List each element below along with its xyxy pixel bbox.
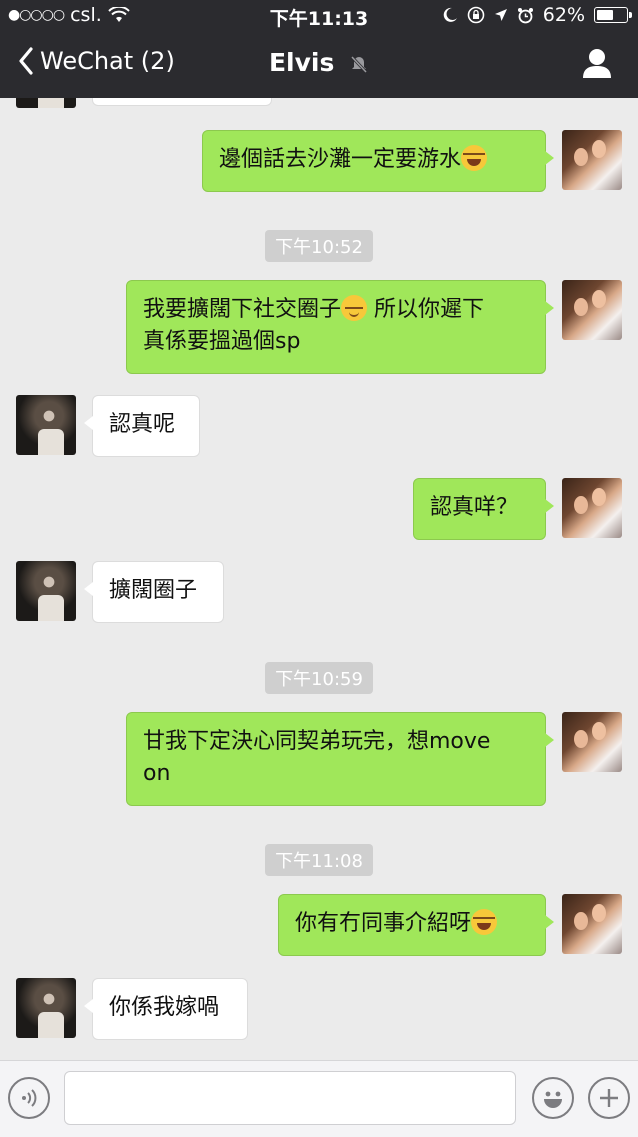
input-bar [0,1060,638,1137]
message-text: 你係我嫁喎 [109,995,220,1020]
elvis-avatar[interactable] [16,561,76,621]
chat-title-text: Elvis [268,48,335,77]
message-bubble-me[interactable]: 甘我下定決心同契弟玩完，想move on [126,712,554,806]
elvis-avatar[interactable] [16,978,76,1038]
timestamp-label: 下午10:59 [265,662,373,694]
chat-area[interactable]: 邊個話去沙灘一定要游水 下午10:52 我要擴闊下社交圈子 所以你遲下 真係要搵… [0,98,638,1060]
message-bubble-me[interactable]: 認真咩？ [413,478,554,540]
battery-level [597,10,614,20]
message-bubble-me[interactable]: 我要擴闊下社交圈子 所以你遲下 真係要搵過個sp [126,280,554,374]
timestamp-label: 下午10:52 [265,230,373,262]
emoji-icon [544,1091,562,1108]
message-bubble-them[interactable]: 擴闊圈子 [84,561,224,623]
message-text-line2: 真係要搵過個sp [143,329,301,354]
alarm-icon [517,7,533,23]
message-text: 認真呢 [109,412,176,437]
message-bubble-partial[interactable] [92,98,272,106]
emoji-button[interactable] [532,1077,574,1119]
chat-title: Elvis [0,48,638,77]
voice-icon [22,1089,37,1107]
message-bubble-them[interactable]: 認真呢 [84,395,200,457]
message-input[interactable] [64,1071,516,1125]
add-icon [600,1089,618,1107]
message-text: 擴闊圈子 [109,578,198,603]
mute-bell-icon [350,55,368,74]
timestamp: 下午10:52 [0,230,638,262]
message-text-line2: on [143,761,171,786]
message-bubble-me[interactable]: 邊個話去沙灘一定要游水 [202,130,554,192]
my-avatar[interactable] [562,712,622,772]
my-avatar[interactable] [562,894,622,954]
message-text-line1: 我要擴闊下社交圈子 [143,297,342,322]
rotation-lock-icon [467,6,485,24]
elvis-avatar[interactable] [16,395,76,455]
nav-bar: WeChat (2) Elvis [0,32,638,98]
timestamp: 下午11:08 [0,844,638,876]
message-text: 認真咩？ [430,495,519,520]
laughing-emoji-icon [471,909,498,935]
profile-icon [583,49,611,78]
battery-percent: 62% [542,4,585,26]
my-avatar[interactable] [562,280,622,340]
location-icon [494,9,507,21]
message-text-line1b: 所以你遲下 [367,297,485,322]
message-bubble-me[interactable]: 你有冇同事介紹呀 [278,894,554,956]
my-avatar[interactable] [562,130,622,190]
laughing-emoji-icon [461,145,488,171]
message-text: 你有冇同事介紹呀 [295,911,472,936]
battery-icon [594,7,632,23]
message-text-line1: 甘我下定決心同契弟玩完，想move [143,729,491,754]
timestamp-label: 下午11:08 [265,844,373,876]
profile-button[interactable] [582,47,612,83]
elvis-avatar[interactable] [16,98,76,108]
moon-icon [443,7,457,22]
voice-button[interactable] [8,1077,50,1119]
timestamp: 下午10:59 [0,662,638,694]
message-text: 邊個話去沙灘一定要游水 [219,147,462,172]
my-avatar[interactable] [562,478,622,538]
message-bubble-them[interactable]: 你係我嫁喎 [84,978,248,1040]
add-button[interactable] [588,1077,630,1119]
relieved-emoji-icon [341,295,368,321]
status-bar: ●○○○○ csl. 下午11:13 62% [0,0,638,32]
